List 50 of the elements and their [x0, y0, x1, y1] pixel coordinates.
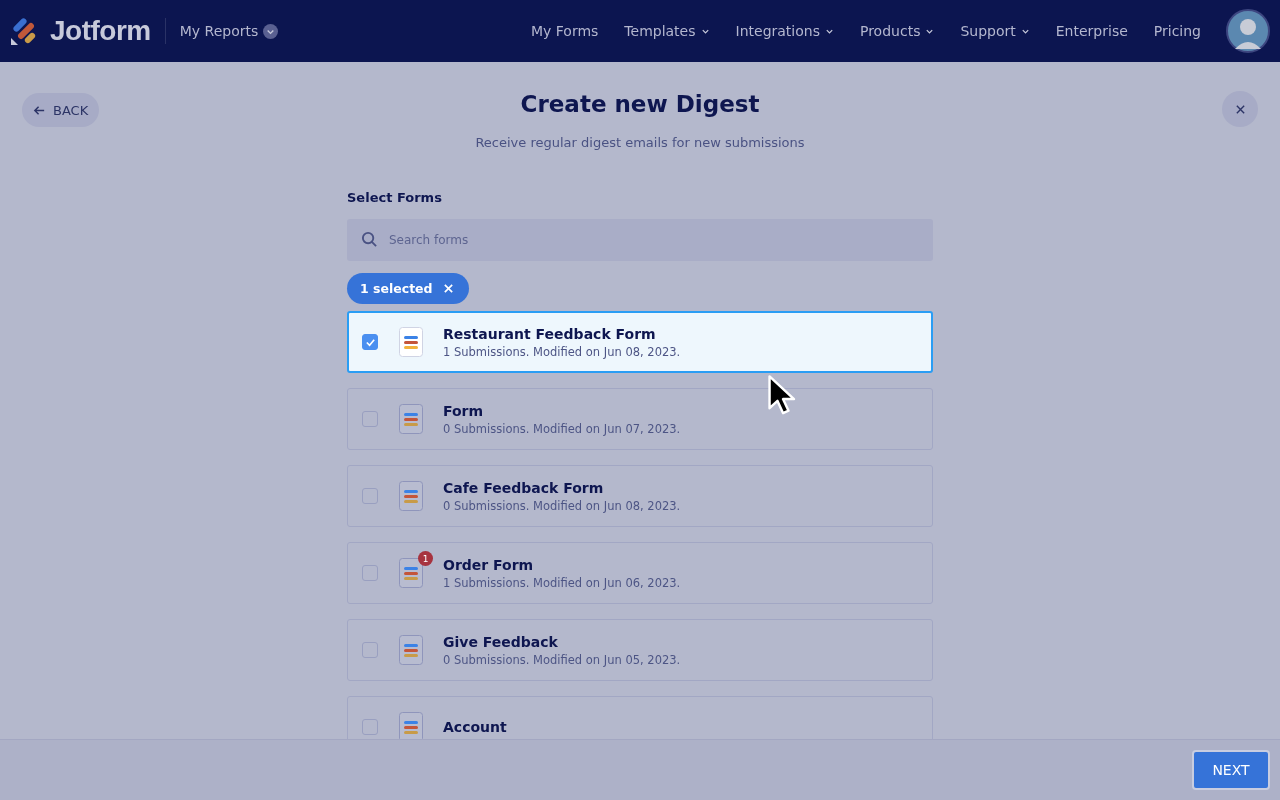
form-name: Cafe Feedback Form [443, 479, 605, 496]
checkbox[interactable] [362, 642, 378, 658]
checkmark-icon [364, 336, 376, 348]
avatar[interactable] [1226, 9, 1270, 53]
nav-link[interactable]: Support [947, 23, 1043, 39]
notification-badge: 1 [418, 551, 433, 566]
form-row[interactable]: Form 0 Submissions. Modified on Jun 07, 2023. [347, 388, 933, 450]
form-row[interactable]: Give Feedback 0 Submissions. Modified on Jun 05, 2023. [347, 619, 933, 681]
form-icon [399, 404, 423, 434]
form-details: 0 Submissions. Modified on Jun 05, 2023. [443, 652, 681, 667]
close-icon [1234, 103, 1246, 115]
form-row[interactable]: 1 Order Form 1 Submissions. Modified on Jun 06, 2023. [347, 542, 933, 604]
next-button[interactable]: NEXT [1192, 750, 1270, 790]
selection-chip[interactable]: 1 selected [347, 273, 469, 304]
form-details: 1 Submissions. Modified on Jun 08, 2023. [443, 344, 681, 359]
nav-link[interactable]: Products [846, 23, 948, 39]
form-name: Give Feedback [443, 633, 559, 650]
checkbox[interactable] [362, 334, 378, 350]
form-icon [399, 558, 423, 588]
checkbox[interactable] [362, 488, 378, 504]
reports-menu[interactable]: My Reports [179, 23, 279, 39]
form-name: Form [443, 402, 485, 419]
form-row[interactable]: Restaurant Feedback Form 1 Submissions. Modified on Jun 08, 2023. [347, 311, 933, 373]
form-icon [399, 481, 423, 511]
page-title: Create new Digest [520, 91, 760, 117]
checkbox[interactable] [362, 411, 378, 427]
form-name: Restaurant Feedback Form [443, 325, 657, 342]
form-name: Order Form [443, 556, 535, 573]
nav-link[interactable]: Templates [611, 23, 723, 39]
logo-text[interactable]: Jotform [50, 15, 151, 47]
form-row[interactable]: Cafe Feedback Form 0 Submissions. Modified on Jun 08, 2023. [347, 465, 933, 527]
form-name: Account [443, 719, 507, 735]
nav-link[interactable]: My Forms [517, 23, 612, 39]
close-icon [442, 283, 454, 294]
page-subtitle: Receive regular digest emails for new submissions [475, 135, 805, 150]
nav-link[interactable]: Integrations [722, 23, 847, 39]
checkbox[interactable] [362, 719, 378, 735]
nav-link[interactable]: Enterprise [1042, 23, 1141, 39]
form-details: 0 Submissions. Modified on Jun 08, 2023. [443, 498, 681, 513]
form-details: 1 Submissions. Modified on Jun 06, 2023. [443, 575, 681, 590]
chevron-down-icon [263, 23, 279, 39]
nav-link[interactable]: Pricing [1140, 23, 1214, 39]
close-button[interactable] [1222, 91, 1258, 127]
back-button[interactable]: BACK [22, 93, 100, 127]
form-icon [399, 327, 423, 357]
search-field[interactable]: Search forms [347, 219, 933, 261]
checkbox[interactable] [362, 565, 378, 581]
form-details: 0 Submissions. Modified on Jun 07, 2023. [443, 421, 681, 436]
form-icon [399, 635, 423, 665]
section-label: Select Forms [347, 190, 442, 205]
